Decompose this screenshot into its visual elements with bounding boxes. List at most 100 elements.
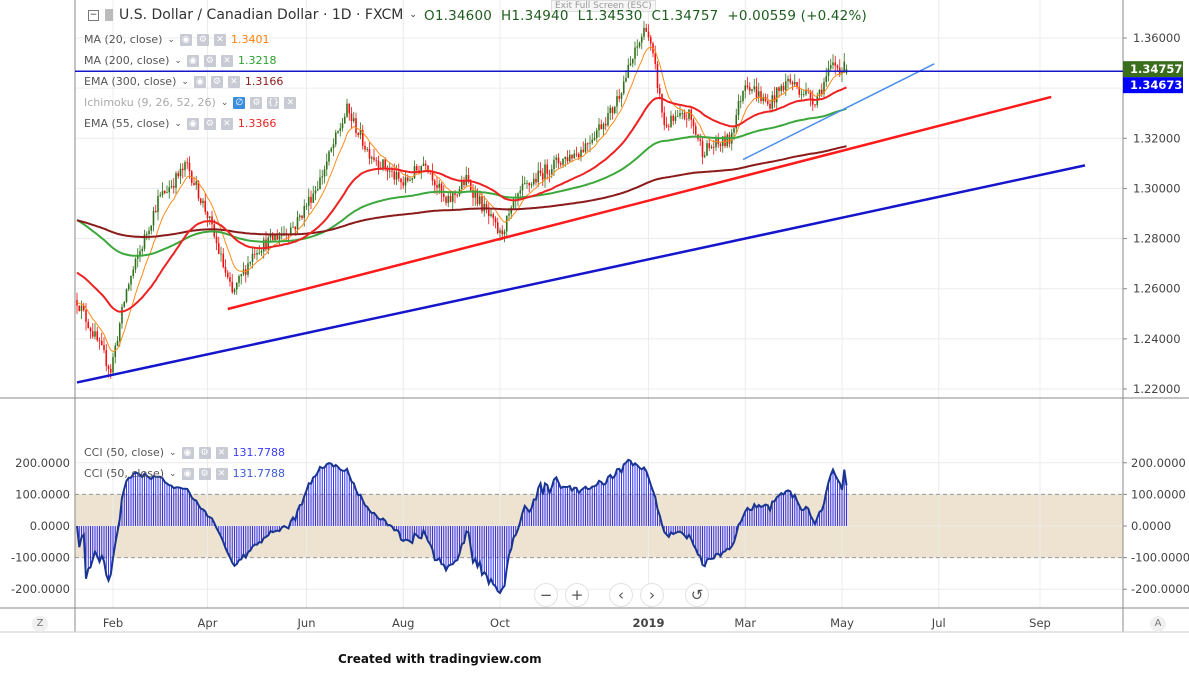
indicator-label[interactable]: CCI (50, close) bbox=[84, 446, 164, 459]
candle-body bbox=[699, 139, 702, 141]
candle bbox=[125, 288, 128, 304]
close-icon[interactable]: ✕ bbox=[227, 75, 240, 88]
indicator-label[interactable]: EMA (55, close) bbox=[84, 117, 169, 130]
candle-body bbox=[402, 182, 405, 186]
candle-body bbox=[125, 289, 128, 302]
candle bbox=[78, 305, 81, 312]
candle-body bbox=[537, 170, 540, 183]
candle-body bbox=[670, 115, 672, 127]
gear-icon[interactable]: ⚙ bbox=[203, 117, 216, 130]
candle-body bbox=[580, 149, 582, 158]
close-icon[interactable]: ✕ bbox=[215, 446, 228, 459]
gear-icon[interactable]: ⚙ bbox=[203, 54, 216, 67]
visibility-icon[interactable]: ∅ bbox=[233, 96, 246, 109]
visibility-icon[interactable]: ◉ bbox=[193, 75, 206, 88]
candle-body bbox=[91, 331, 94, 337]
gear-icon[interactable]: ⚙ bbox=[196, 33, 209, 46]
candle-body bbox=[665, 124, 668, 127]
gear-icon[interactable]: ⚙ bbox=[250, 96, 263, 109]
candle-body bbox=[766, 101, 769, 104]
candle-body bbox=[256, 253, 258, 255]
gear-icon[interactable]: ⚙ bbox=[198, 446, 211, 459]
indicator-label[interactable]: CCI (50, close) bbox=[84, 467, 164, 480]
candle-body bbox=[760, 91, 762, 102]
candle-body bbox=[649, 37, 652, 44]
candle-body bbox=[825, 75, 828, 83]
candle-body bbox=[568, 154, 571, 162]
zoom-out-button[interactable]: − bbox=[534, 583, 558, 607]
chevron-down-icon[interactable]: ⌄ bbox=[169, 469, 177, 479]
candle-body bbox=[739, 101, 742, 102]
candle-body bbox=[505, 215, 508, 232]
visibility-icon[interactable]: ◉ bbox=[186, 54, 199, 67]
candle-body bbox=[600, 124, 603, 130]
source-code-icon[interactable]: {} bbox=[267, 96, 280, 109]
visibility-icon[interactable]: ◉ bbox=[186, 117, 199, 130]
candle-body bbox=[220, 253, 222, 255]
close-icon[interactable]: ✕ bbox=[220, 117, 233, 130]
candle-body bbox=[631, 58, 634, 64]
high-value: H1.34940 bbox=[501, 8, 569, 24]
indicator-legend: EMA (55, close) ⌄ ◉ ⚙ ✕ 1.3366 bbox=[84, 117, 276, 130]
time-axis-label: Jun bbox=[297, 616, 316, 630]
indicator-label[interactable]: Ichimoku (9, 26, 52, 26) bbox=[84, 96, 216, 109]
ohlc-readout: O1.34600 H1.34940 L1.34530 C1.34757 +0.0… bbox=[424, 8, 867, 24]
symbol-title[interactable]: U.S. Dollar / Canadian Dollar · 1D · FXC… bbox=[119, 7, 403, 23]
timezone-button[interactable]: Z bbox=[32, 616, 48, 632]
close-icon[interactable]: ✕ bbox=[213, 33, 226, 46]
candle-body bbox=[575, 153, 578, 155]
chevron-down-icon[interactable]: ⌄ bbox=[174, 119, 182, 129]
chevron-down-icon[interactable]: ⌄ bbox=[174, 56, 182, 66]
collapse-icon[interactable]: − bbox=[88, 9, 99, 21]
candle-body bbox=[685, 118, 688, 120]
candle-body bbox=[181, 168, 184, 171]
candle-body bbox=[89, 328, 92, 332]
candle-body bbox=[382, 159, 384, 168]
indicator-legend: MA (20, close) ⌄ ◉ ⚙ ✕ 1.3401 bbox=[84, 33, 269, 46]
reset-chart-button[interactable]: ↺ bbox=[685, 583, 709, 607]
candle-body bbox=[330, 148, 333, 152]
candle-body bbox=[604, 123, 607, 126]
chevron-down-icon[interactable]: ⌄ bbox=[221, 98, 229, 108]
candle-body bbox=[193, 183, 195, 186]
price-axis-label: 1.32000 bbox=[1133, 131, 1181, 145]
visibility-icon[interactable]: ◉ bbox=[181, 446, 194, 459]
candle-body bbox=[629, 63, 632, 65]
close-icon[interactable]: ✕ bbox=[284, 96, 297, 109]
candle-body bbox=[229, 277, 231, 282]
candle-body bbox=[247, 263, 249, 275]
cci-axis-label: 0.0000 bbox=[1131, 519, 1171, 533]
close-icon[interactable]: ✕ bbox=[220, 54, 233, 67]
candle-body bbox=[555, 157, 558, 160]
auto-scale-button[interactable]: A bbox=[1150, 616, 1166, 632]
candle-body bbox=[800, 94, 803, 96]
candle-body bbox=[145, 233, 148, 235]
indicator-label[interactable]: MA (200, close) bbox=[84, 54, 169, 67]
candle-body bbox=[501, 230, 504, 235]
candle-body bbox=[118, 323, 121, 341]
chevron-down-icon[interactable]: ⌄ bbox=[169, 448, 177, 458]
indicator-label[interactable]: EMA (300, close) bbox=[84, 75, 176, 88]
candle-body bbox=[296, 217, 299, 230]
candle-body bbox=[204, 200, 207, 212]
candle-body bbox=[454, 193, 456, 195]
candle-body bbox=[820, 89, 823, 94]
candle-body bbox=[116, 340, 119, 346]
chevron-down-icon[interactable]: ⌄ bbox=[181, 77, 189, 87]
chevron-down-icon[interactable]: ⌄ bbox=[167, 35, 175, 45]
gear-icon[interactable]: ⚙ bbox=[198, 467, 211, 480]
chevron-down-icon[interactable]: ⌄ bbox=[409, 10, 417, 20]
scroll-left-button[interactable]: ‹ bbox=[609, 583, 633, 607]
indicator-label[interactable]: MA (20, close) bbox=[84, 33, 162, 46]
visibility-icon[interactable]: ◉ bbox=[179, 33, 192, 46]
close-icon[interactable]: ✕ bbox=[215, 467, 228, 480]
scroll-right-button[interactable]: › bbox=[640, 583, 664, 607]
visibility-icon[interactable]: ◉ bbox=[181, 467, 194, 480]
candle-body bbox=[348, 103, 351, 114]
gear-icon[interactable]: ⚙ bbox=[210, 75, 223, 88]
candle-body bbox=[676, 116, 679, 118]
candle-body bbox=[784, 81, 787, 91]
candle-body bbox=[532, 178, 535, 185]
zoom-in-button[interactable]: + bbox=[565, 583, 589, 607]
candle-body bbox=[415, 166, 418, 171]
